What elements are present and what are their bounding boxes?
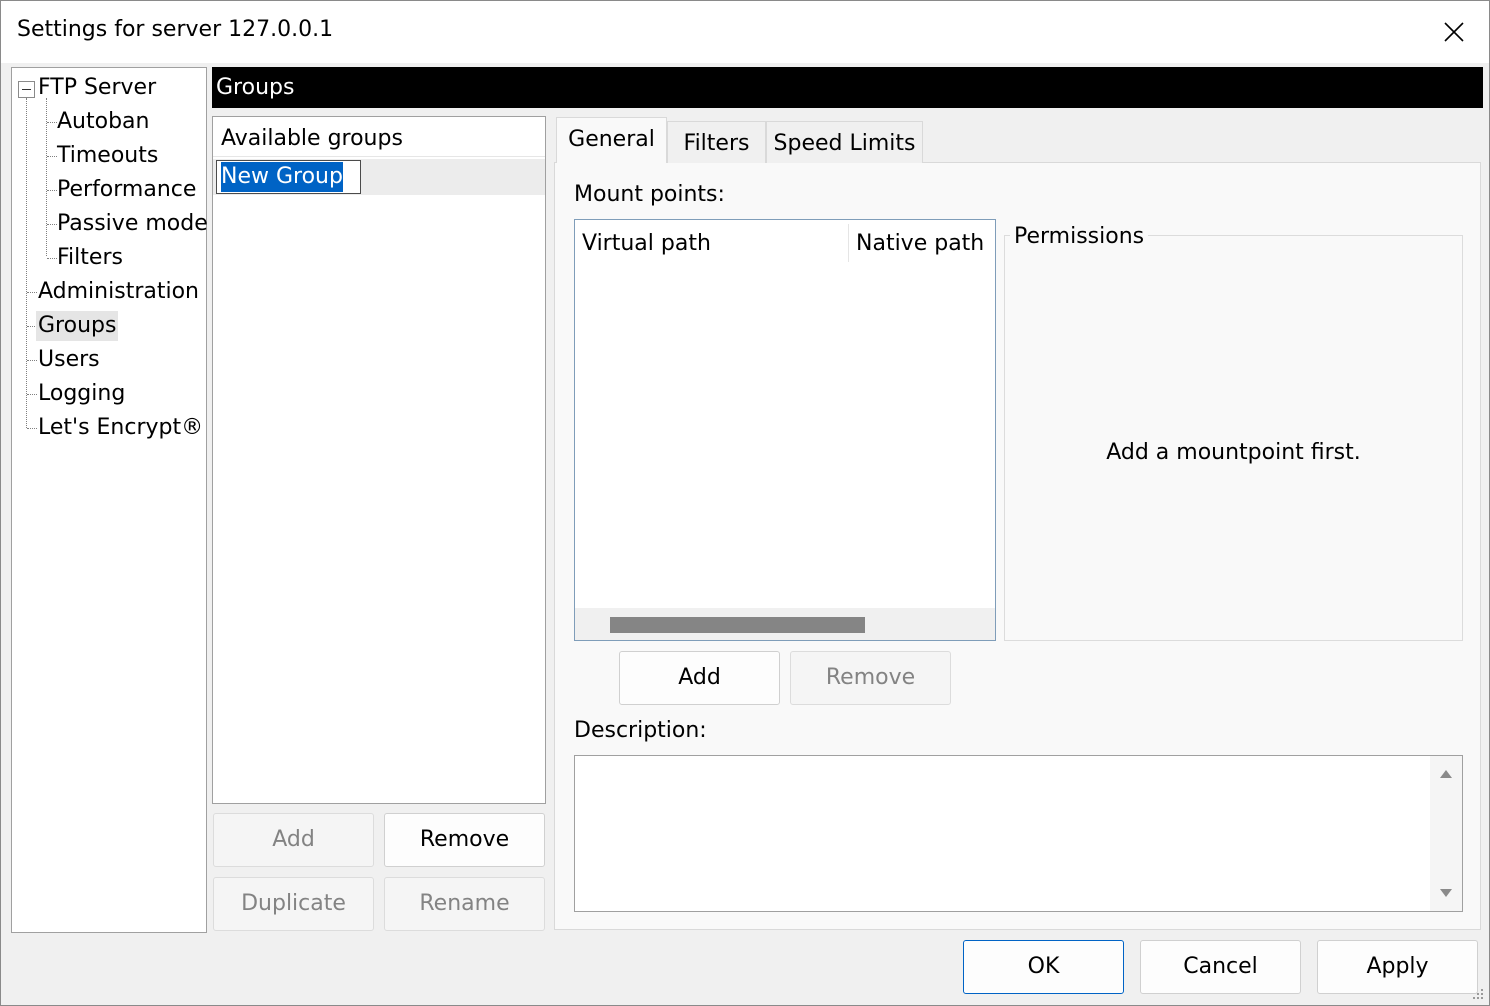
column-header-native-path[interactable]: Native path xyxy=(849,220,995,264)
permissions-title: Permissions xyxy=(1010,223,1149,251)
tree-item-autoban[interactable]: Autoban xyxy=(55,107,151,137)
list-item[interactable]: New Group xyxy=(213,159,545,195)
tree-item-performance[interactable]: Performance xyxy=(55,175,198,205)
mount-points-list[interactable]: Virtual path Native path xyxy=(574,219,996,641)
tree-item-lets-encrypt[interactable]: Let's Encrypt® xyxy=(36,413,205,443)
tree-item-timeouts[interactable]: Timeouts xyxy=(55,141,160,171)
tab-general[interactable]: General xyxy=(556,117,667,163)
window-title: Settings for server 127.0.0.1 xyxy=(17,17,334,42)
tree-item-filters[interactable]: Filters xyxy=(55,243,125,273)
tree-item-logging[interactable]: Logging xyxy=(36,379,127,409)
scroll-down-icon[interactable] xyxy=(1440,889,1452,897)
permissions-message: Add a mountpoint first. xyxy=(1106,440,1361,465)
tree-collapse-icon[interactable] xyxy=(18,81,35,98)
duplicate-group-button[interactable]: Duplicate xyxy=(213,877,374,931)
tree-connector xyxy=(26,98,27,428)
section-header: Groups xyxy=(212,67,1483,108)
available-groups-list[interactable]: Available groups New Group xyxy=(212,116,546,804)
tree-item-users[interactable]: Users xyxy=(36,345,102,375)
scroll-up-icon[interactable] xyxy=(1440,770,1452,778)
settings-dialog: Settings for server 127.0.0.1 FTP Server… xyxy=(0,0,1490,1006)
tree-item-groups[interactable]: Groups xyxy=(36,311,119,341)
title-bar: Settings for server 127.0.0.1 xyxy=(1,1,1489,63)
remove-group-button[interactable]: Remove xyxy=(384,813,545,867)
description-textarea[interactable] xyxy=(574,755,1463,912)
horizontal-scrollbar[interactable] xyxy=(575,608,995,640)
tab-speed-limits[interactable]: Speed Limits xyxy=(766,121,923,163)
rename-group-button[interactable]: Rename xyxy=(384,877,545,931)
resize-grip-icon[interactable] xyxy=(1469,985,1485,1001)
apply-button[interactable]: Apply xyxy=(1317,940,1478,994)
cancel-button[interactable]: Cancel xyxy=(1140,940,1301,994)
tree-item-administration[interactable]: Administration xyxy=(36,277,201,307)
permissions-group: Add a mountpoint first. xyxy=(1004,235,1463,641)
ok-button[interactable]: OK xyxy=(963,940,1124,994)
settings-tree: FTP Server Autoban Timeouts Performance … xyxy=(11,67,210,933)
mount-points-label: Mount points: xyxy=(574,182,725,207)
available-groups-header: Available groups xyxy=(213,117,545,157)
tab-filters[interactable]: Filters xyxy=(667,121,766,163)
remove-mountpoint-button[interactable]: Remove xyxy=(790,651,951,705)
group-name-text: New Group xyxy=(221,162,343,192)
close-button[interactable] xyxy=(1419,1,1489,63)
description-label: Description: xyxy=(574,718,707,743)
tree-item-passive-mode[interactable]: Passive mode xyxy=(55,209,210,239)
add-group-button[interactable]: Add xyxy=(213,813,374,867)
add-mountpoint-button[interactable]: Add xyxy=(619,651,780,705)
vertical-scrollbar[interactable] xyxy=(1430,756,1462,911)
group-rename-field[interactable]: New Group xyxy=(216,160,361,194)
close-icon xyxy=(1444,22,1464,42)
scrollbar-thumb[interactable] xyxy=(610,617,865,633)
tree-item-ftp-server[interactable]: FTP Server xyxy=(36,73,158,103)
column-header-virtual-path[interactable]: Virtual path xyxy=(575,220,848,264)
